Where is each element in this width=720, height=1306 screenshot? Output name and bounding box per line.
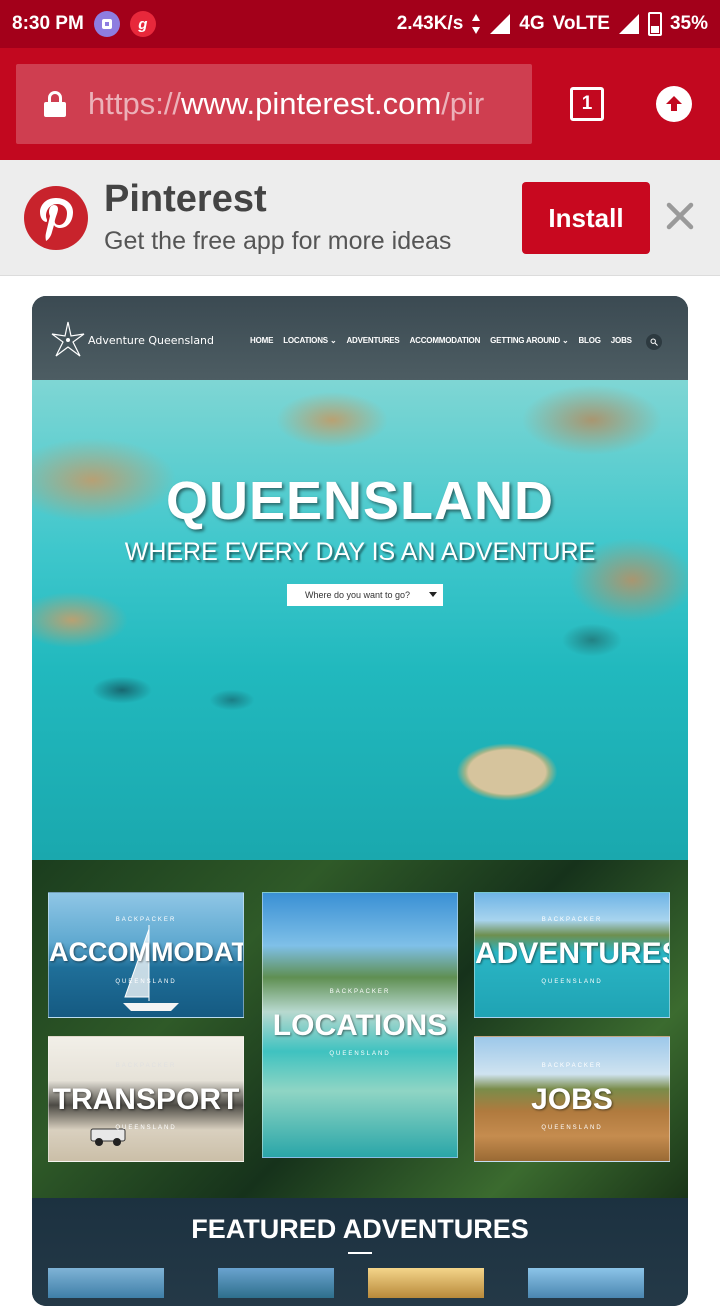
chevron-down-icon	[429, 592, 437, 597]
status-bar: 8:30 PM g 2.43K/s 4G VoLTE 35%	[0, 0, 720, 48]
tile-transport: BACKPACKER TRANSPORT QUEENSLAND	[48, 1036, 244, 1162]
tile-accommodation-bottom: QUEENSLAND	[115, 979, 177, 985]
tile-locations-top: BACKPACKER	[329, 989, 391, 995]
tab-switcher-button[interactable]: 1	[570, 87, 604, 121]
site-header: Adventure Queensland HOME LOCATIONS ⌄ AD…	[32, 296, 688, 380]
nav-getting-around: GETTING AROUND ⌄	[490, 336, 569, 345]
site-search-icon	[646, 334, 662, 350]
red-g-app-icon: g	[129, 11, 156, 37]
nav-jobs: JOBS	[610, 336, 632, 345]
url-host: www.pinterest.com	[181, 86, 442, 121]
browser-toolbar: https://www.pinterest.com/pir 1	[0, 48, 720, 160]
app-install-banner: Pinterest Get the free app for more idea…	[0, 160, 720, 276]
tile-accommodation-top: BACKPACKER	[115, 917, 177, 923]
starfish-icon	[51, 321, 85, 357]
network-type: 4G	[519, 13, 545, 34]
data-arrows-icon	[472, 14, 481, 34]
tile-locations-bottom: QUEENSLAND	[329, 1051, 391, 1057]
tile-adventures: BACKPACKER ADVENTURES QUEENSLAND	[474, 892, 670, 1018]
banner-subtitle: Get the free app for more ideas	[104, 226, 452, 255]
tile-jobs-label: JOBS	[531, 1083, 613, 1116]
tile-jobs-bottom: QUEENSLAND	[541, 1125, 603, 1131]
featured-thumb	[368, 1268, 484, 1298]
nav-locations: LOCATIONS ⌄	[283, 336, 337, 345]
url-scheme: https://	[88, 86, 182, 121]
status-time: 8:30 PM	[12, 13, 84, 34]
featured-divider	[348, 1252, 372, 1254]
close-icon[interactable]	[662, 198, 698, 234]
url-path: /pir	[441, 86, 485, 121]
destination-select: Where do you want to go?	[287, 584, 443, 606]
nav-blog: BLOG	[578, 336, 601, 345]
tile-locations-label: LOCATIONS	[272, 1009, 448, 1042]
battery-percent: 35%	[669, 13, 708, 34]
featured-thumb	[48, 1268, 164, 1298]
featured-title: FEATURED ADVENTURES	[191, 1214, 529, 1244]
tile-adventures-bottom: QUEENSLAND	[541, 979, 603, 985]
tile-transport-label: TRANSPORT	[52, 1083, 240, 1116]
nav-adventures: ADVENTURES	[346, 336, 400, 345]
url-bar[interactable]: https://www.pinterest.com/pir	[16, 64, 532, 144]
network-speed: 2.43K/s	[396, 13, 464, 34]
site-logo-text: Adventure Queensland	[88, 333, 215, 347]
pin-image[interactable]: Adventure Queensland HOME LOCATIONS ⌄ AD…	[32, 296, 688, 1306]
url-text[interactable]: https://www.pinterest.com/pir	[88, 86, 484, 122]
category-tiles: BACKPACKER ACCOMMODATION QUEENSLAND BACK…	[32, 860, 688, 1198]
pinterest-logo-icon	[24, 185, 88, 250]
hero-title: QUEENSLAND	[165, 471, 555, 531]
featured-thumb	[218, 1268, 334, 1298]
hero-reef-image: QUEENSLAND WHERE EVERY DAY IS AN ADVENTU…	[32, 380, 688, 860]
tile-adventures-top: BACKPACKER	[541, 917, 603, 923]
tile-adventures-label: ADVENTURES	[475, 937, 670, 970]
nav-home: HOME	[250, 336, 274, 345]
destination-select-text: Where do you want to go?	[305, 590, 411, 600]
tile-jobs-top: BACKPACKER	[541, 1063, 603, 1069]
install-button[interactable]: Install	[522, 182, 650, 254]
tile-accommodation: BACKPACKER ACCOMMODATION QUEENSLAND	[48, 892, 244, 1018]
site-nav-links: HOME LOCATIONS ⌄ ADVENTURES ACCOMMODATIO…	[250, 336, 632, 345]
signal-icon	[490, 14, 511, 34]
purple-app-icon	[93, 11, 120, 37]
tile-transport-bottom: QUEENSLAND	[115, 1125, 177, 1131]
lock-icon	[44, 91, 66, 117]
nav-accommodation: ACCOMMODATION	[409, 336, 481, 345]
update-icon[interactable]	[656, 86, 692, 122]
battery-icon	[647, 12, 662, 36]
site-logo: Adventure Queensland	[50, 320, 214, 360]
tile-transport-top: BACKPACKER	[115, 1063, 177, 1069]
volte-label: VoLTE	[552, 13, 610, 34]
featured-section: FEATURED ADVENTURES	[32, 1198, 688, 1306]
banner-title: Pinterest	[104, 178, 267, 221]
signal-icon-2	[618, 14, 639, 34]
sailboat-icon	[123, 925, 179, 1011]
tile-locations: BACKPACKER LOCATIONS QUEENSLAND	[262, 892, 458, 1158]
tile-accommodation-label: ACCOMMODATION	[49, 937, 243, 967]
tile-jobs: BACKPACKER JOBS QUEENSLAND	[474, 1036, 670, 1162]
featured-thumb	[528, 1268, 644, 1298]
hero-subtitle: WHERE EVERY DAY IS AN ADVENTURE	[124, 538, 596, 566]
